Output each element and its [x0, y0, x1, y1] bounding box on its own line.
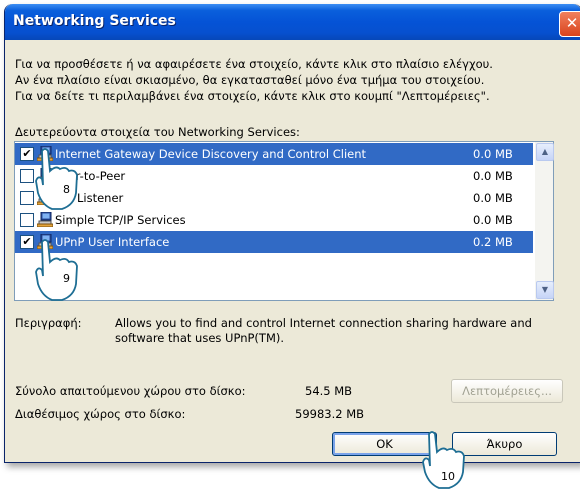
list-item[interactable]: ✔ Internet Gateway Device Discovery and … [15, 143, 533, 165]
item-size: 0.2 MB [473, 235, 513, 249]
step-number-10: 10 [441, 470, 455, 483]
available-space-value: 59983.2 MB [295, 407, 365, 421]
chevron-up-icon: ▲ [541, 147, 549, 156]
checkbox-unchecked[interactable] [20, 213, 34, 227]
description-line-1: Allows you to find and control Internet … [115, 316, 532, 330]
item-size: 0.0 MB [473, 169, 513, 183]
list-item[interactable]: ✔ UPnP User Interface 0.2 MB [15, 231, 533, 253]
intro-line-2: Αν ένα πλαίσιο είναι σκιασμένο, θα εγκατ… [15, 73, 485, 87]
details-button[interactable]: Λεπτομέρειες... [451, 379, 563, 403]
dialog-client: Για να προσθέσετε ή να αφαιρέσετε ένα στ… [5, 40, 580, 462]
step-number-8: 8 [63, 183, 70, 196]
list-scrollbar[interactable]: ▲ ▼ [535, 142, 554, 300]
intro-line-3: Για να δείτε τι περιλαμβάνει ένα στοιχεί… [15, 89, 490, 103]
required-space-label: Σύνολο απαιτούμενου χώρου στο δίσκο: [15, 384, 246, 398]
close-icon: ✕ [565, 14, 579, 32]
window-title: Networking Services [13, 13, 176, 29]
required-space-value: 54.5 MB [305, 384, 353, 398]
description-label: Περιγραφή: [15, 316, 82, 330]
item-name: Simple TCP/IP Services [55, 213, 186, 227]
components-list-label: Δευτερεύοντα στοιχεία του Networking Ser… [15, 125, 300, 139]
components-list[interactable]: ✔ Internet Gateway Device Discovery and … [14, 141, 554, 301]
item-size: 0.0 MB [473, 147, 513, 161]
item-size: 0.0 MB [473, 213, 513, 227]
scroll-up-button[interactable]: ▲ [536, 143, 554, 161]
list-item[interactable]: Peer-to-Peer 0.0 MB [15, 165, 533, 187]
list-item[interactable]: RIP Listener 0.0 MB [15, 187, 533, 209]
title-bar[interactable]: Networking Services ✕ [5, 4, 580, 40]
item-name: Internet Gateway Device Discovery and Co… [55, 147, 367, 161]
step-number-9: 9 [63, 272, 70, 285]
pointing-hand-icon [35, 148, 78, 210]
pointing-hand-icon [35, 239, 78, 301]
intro-text: Για να προσθέσετε ή να αφαιρέσετε ένα στ… [15, 56, 493, 104]
scroll-down-button[interactable]: ▼ [536, 281, 554, 299]
networking-services-dialog: Networking Services ✕ Για να προσθέσετε … [4, 4, 580, 463]
chevron-down-icon: ▼ [541, 285, 549, 294]
available-space-label: Διαθέσιμος χώρος στο δίσκο: [15, 407, 186, 421]
item-size: 0.0 MB [473, 191, 513, 205]
pointing-hand-icon [422, 431, 465, 489]
intro-line-1: Για να προσθέσετε ή να αφαιρέσετε ένα στ… [15, 57, 493, 71]
close-button[interactable]: ✕ [559, 11, 580, 37]
list-item[interactable]: Simple TCP/IP Services 0.0 MB [15, 209, 533, 231]
description-text: Allows you to find and control Internet … [115, 316, 532, 346]
description-line-2: software that uses UPnP(TM). [115, 331, 285, 345]
